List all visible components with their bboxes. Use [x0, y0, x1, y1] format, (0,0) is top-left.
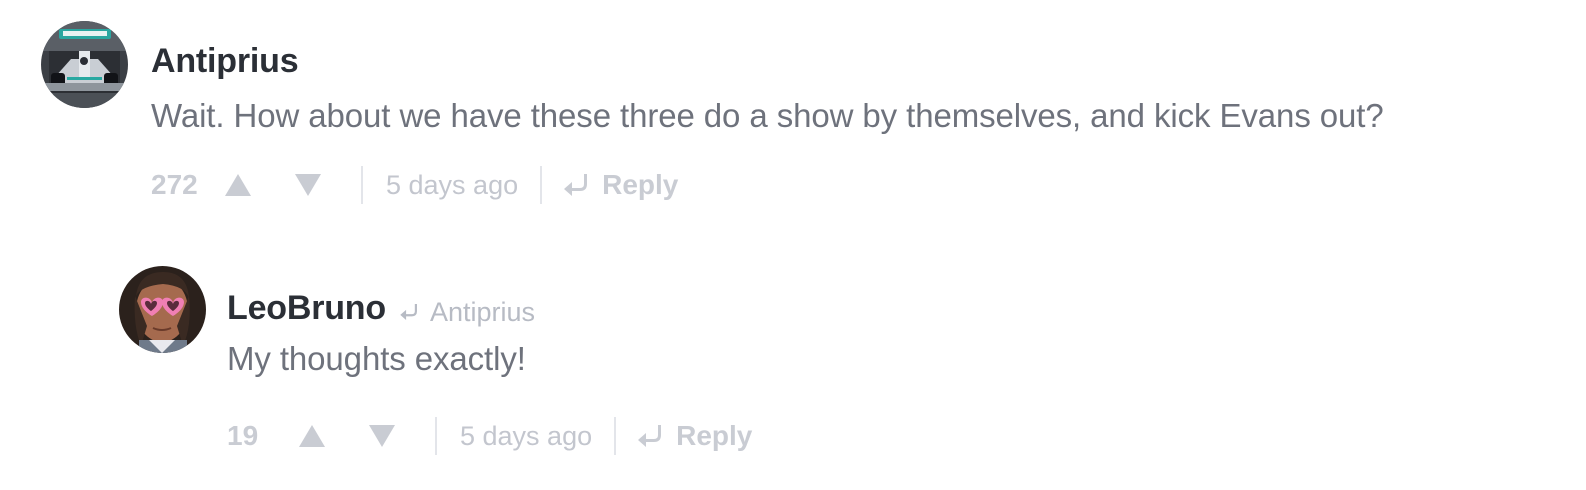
divider	[361, 166, 363, 204]
race-car-avatar-icon	[41, 21, 128, 108]
reply-label: Reply	[602, 169, 679, 200]
author-name[interactable]: Antiprius	[151, 42, 299, 81]
author-name[interactable]: LeoBruno	[227, 289, 386, 328]
comment-body: LeoBruno Antiprius My thoughts exactly! …	[227, 266, 752, 456]
comment-actions: 272 5 days ago Reply	[151, 165, 1384, 205]
avatar[interactable]	[119, 266, 206, 353]
comment-actions: 19 5 days ago Reply	[227, 416, 752, 456]
timestamp[interactable]: 5 days ago	[386, 170, 518, 201]
divider	[435, 417, 437, 455]
reply-arrow-icon	[564, 174, 588, 196]
downvote-icon[interactable]	[295, 172, 321, 198]
upvote-icon[interactable]	[299, 423, 325, 449]
timestamp[interactable]: 5 days ago	[460, 421, 592, 452]
comment-body: Antiprius Wait. How about we have these …	[151, 21, 1384, 205]
reply-arrow-icon	[400, 304, 418, 320]
comment-text: My thoughts exactly!	[227, 340, 526, 377]
reply-arrow-icon	[638, 425, 662, 447]
reply-button[interactable]: Reply	[564, 169, 678, 201]
divider	[614, 417, 617, 455]
reply-to-name: Antiprius	[429, 296, 535, 327]
upvote-icon[interactable]	[225, 172, 251, 198]
reply-label: Reply	[676, 420, 753, 451]
person-heart-glasses-avatar-icon	[119, 266, 206, 353]
comment-text: Wait. How about we have these three do a…	[151, 97, 1384, 134]
reply-to-link[interactable]: Antiprius	[400, 297, 535, 328]
divider	[540, 166, 543, 204]
vote-score: 272	[151, 169, 198, 200]
comment-header: Antiprius	[151, 21, 1384, 101]
reply-button[interactable]: Reply	[638, 420, 752, 452]
comment-header: LeoBruno Antiprius	[227, 266, 752, 350]
avatar[interactable]	[41, 21, 128, 108]
downvote-icon[interactable]	[369, 423, 395, 449]
vote-score: 19	[227, 420, 259, 451]
